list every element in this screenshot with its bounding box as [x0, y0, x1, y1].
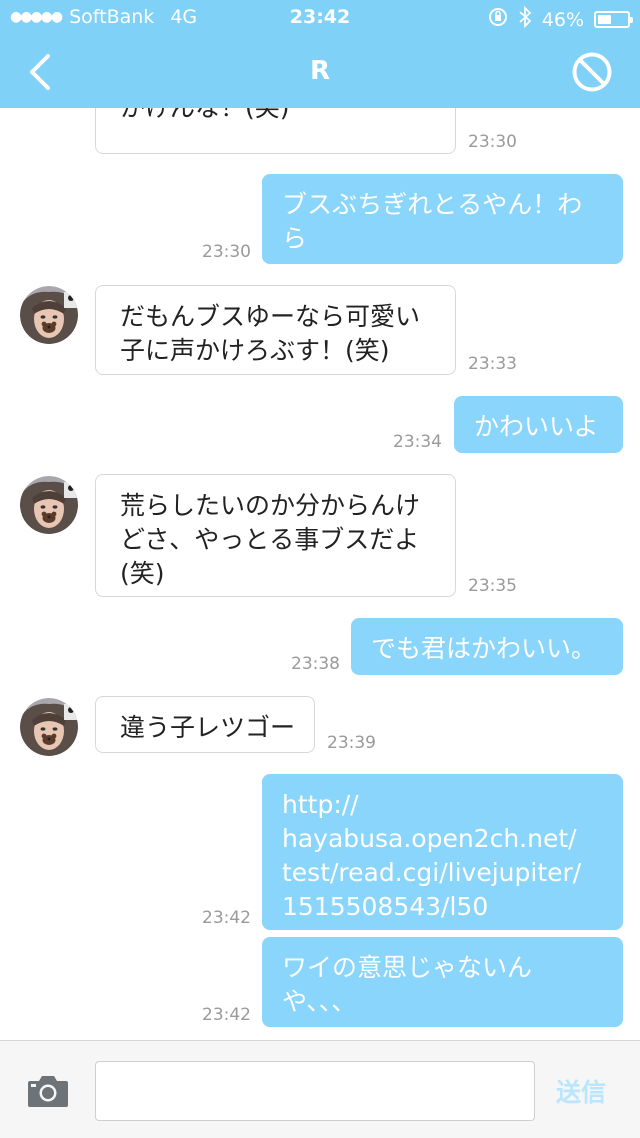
incoming-message-bubble[interactable]: 荒らしたいのか分からんけ どさ、やっとる事ブスだよ (笑) — [95, 474, 456, 597]
message-text-line: かけんな！(笑) — [120, 108, 435, 125]
message-text-line: 子に声かけろぶす！(笑) — [120, 336, 390, 365]
block-user-button[interactable] — [570, 50, 614, 94]
outgoing-message-bubble[interactable]: かわいいよ — [454, 396, 623, 453]
outgoing-message-bubble[interactable]: ワイの意思じゃないん や、、、 — [262, 937, 623, 1027]
bluetooth-icon — [518, 5, 532, 33]
incoming-message-bubble[interactable]: だもんブスゆーなら可愛い 子に声かけろぶす！(笑) — [95, 285, 456, 375]
message-text-line: だもんブスゆーなら可愛い — [120, 302, 421, 331]
status-bar: ●●●●● SoftBank 4G 23:42 46% — [0, 0, 640, 36]
message-text-line: 荒らしたいのか分からんけ — [120, 491, 421, 520]
message-timestamp: 23:42 — [202, 1005, 251, 1025]
chat-title: R — [309, 56, 331, 86]
message-text-line: でも君はかわいい。 — [371, 634, 597, 663]
message-timestamp: 23:42 — [202, 908, 251, 928]
message-text-line: ら — [282, 224, 308, 253]
send-button[interactable]: 送信 — [556, 1073, 620, 1109]
avatar[interactable] — [20, 698, 78, 756]
message-timestamp: 23:39 — [327, 733, 376, 753]
message-text-line: 違う子レツゴー — [120, 713, 296, 742]
message-timestamp: 23:30 — [468, 132, 517, 152]
outgoing-message-bubble[interactable]: http:// hayabusa.open2ch.net/test/read.cg… — [262, 774, 623, 930]
message-text-line: ワイの意思じゃないん — [282, 953, 533, 982]
message-text-line: ブスぶちぎれとるやん！わ — [282, 190, 583, 219]
avatar[interactable] — [20, 286, 78, 344]
header-bar: ●●●●● SoftBank 4G 23:42 46% R — [0, 0, 640, 108]
message-text-line: http:// — [282, 790, 359, 819]
composer: 送信 — [0, 1040, 640, 1138]
message-text-line: どさ、やっとる事ブスだよ — [120, 525, 420, 554]
message-timestamp: 23:35 — [468, 576, 517, 596]
message-text-line: 1515508543/l50 — [282, 892, 489, 921]
message-text-line: test/read.cgi/livejupiter/ — [282, 858, 582, 887]
message-text-line: や、、、 — [282, 987, 357, 1016]
camera-button[interactable] — [26, 1073, 70, 1109]
block-icon — [572, 52, 612, 92]
message-timestamp: 23:33 — [468, 354, 517, 374]
message-input[interactable] — [95, 1061, 535, 1121]
message-timestamp: 23:38 — [291, 654, 340, 674]
outgoing-message-bubble[interactable]: でも君はかわいい。 — [351, 618, 623, 675]
message-text-line: かわいいよ — [474, 412, 599, 441]
message-text-line: (笑) — [120, 559, 165, 588]
rotation-lock-icon — [488, 7, 508, 32]
message-timestamp: 23:34 — [393, 432, 442, 452]
incoming-message-bubble[interactable]: かけんな！(笑) — [95, 108, 456, 154]
nav-bar: R — [0, 36, 640, 108]
message-timestamp: 23:30 — [202, 242, 251, 262]
avatar[interactable] — [20, 476, 78, 534]
message-text-line: hayabusa.open2ch.net/ — [282, 824, 577, 853]
incoming-message-bubble[interactable]: 違う子レツゴー — [95, 696, 315, 753]
battery-icon — [594, 11, 633, 28]
message-list[interactable]: かけんな！(笑) 23:30 ブスぶちぎれとるやん！わら 23:30 だもんブスゆーなら… — [0, 108, 640, 1040]
battery-percent: 46% — [541, 8, 584, 31]
outgoing-message-bubble[interactable]: ブスぶちぎれとるやん！わら — [262, 174, 623, 264]
camera-icon — [28, 1076, 68, 1107]
